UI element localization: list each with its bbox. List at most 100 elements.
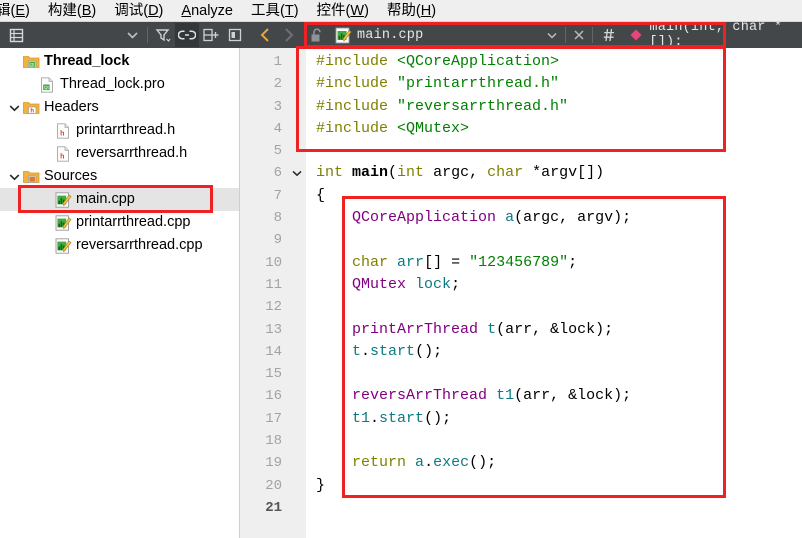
close-split-icon[interactable] xyxy=(223,23,247,47)
line-number: 9 xyxy=(273,232,282,249)
code-token: exec xyxy=(433,454,470,472)
tree-item-thread-lock-pro[interactable]: Qt Thread_lock.pro xyxy=(0,73,239,96)
code-line[interactable]: QCoreApplication a(argc, argv); xyxy=(316,207,802,229)
menu-debug[interactable]: 调试(D) xyxy=(105,0,172,21)
main-area: Qt Thread_lock Qt Thread_lock.pro h Headers h p… xyxy=(0,48,802,538)
fold-empty xyxy=(288,497,306,519)
code-line[interactable]: { xyxy=(316,185,802,207)
link-icon[interactable] xyxy=(175,23,199,47)
code-line[interactable] xyxy=(316,363,802,385)
tree-item-label: main.cpp xyxy=(76,191,135,207)
code-line[interactable]: return a.exec(); xyxy=(316,452,802,474)
tree-item-printarrthread-cpp[interactable]: printarrthread.cpp xyxy=(0,211,239,234)
fold-empty xyxy=(288,452,306,474)
line-number: 16 xyxy=(265,388,282,405)
code-token: t xyxy=(352,342,362,360)
tree-item-label: printarrthread.h xyxy=(76,122,176,138)
tree-item-reversarrthread-cpp[interactable]: reversarrthread.cpp xyxy=(0,234,239,257)
line-number: 2 xyxy=(273,76,282,93)
tree-item-sources[interactable]: Sources xyxy=(0,165,239,188)
line-number: 15 xyxy=(265,366,282,383)
code-token: (arr, &lock); xyxy=(496,320,614,338)
menu-edit[interactable]: 辑(E) xyxy=(0,0,39,21)
fold-empty xyxy=(288,73,306,95)
fold-marker-column[interactable] xyxy=(288,48,306,538)
code-token: . xyxy=(424,454,434,472)
menu-analyze[interactable]: Analyze xyxy=(172,0,242,21)
code-token: a xyxy=(415,454,425,472)
tree-item-label: Thread_lock xyxy=(44,53,130,69)
code-editor[interactable]: 1 2 3 4 5 6 7 8 9 10 11 12 13 14 15 16 17 18 19 20 21 #inclu… xyxy=(240,48,802,538)
code-line[interactable] xyxy=(316,430,802,452)
list-icon[interactable] xyxy=(0,23,32,47)
chevron-down-icon[interactable] xyxy=(6,173,22,181)
code-line[interactable] xyxy=(316,497,802,519)
fold-empty xyxy=(288,185,306,207)
code-line[interactable]: reversArrThread t1(arr, &lock); xyxy=(316,385,802,407)
menu-tools[interactable]: 工具(T) xyxy=(242,0,308,21)
fold-empty xyxy=(288,207,306,229)
tree-item-printarrthread-h[interactable]: h printarrthread.h xyxy=(0,119,239,142)
qt-creator-window: 辑(E)构建(B)调试(D)Analyze工具(T)控件(W)帮助(H) xyxy=(0,0,802,538)
code-line[interactable]: char arr[] = "123456789"; xyxy=(316,252,802,274)
code-token: argc, xyxy=(424,164,488,182)
cpp-file-icon xyxy=(54,237,72,254)
filter-icon[interactable] xyxy=(151,23,175,47)
fold-empty xyxy=(288,430,306,452)
hash-icon[interactable] xyxy=(596,23,622,47)
fold-toggle-icon[interactable] xyxy=(288,162,306,184)
menu-widgets[interactable]: 控件(W) xyxy=(308,0,378,21)
code-line[interactable]: printArrThread t(arr, &lock); xyxy=(316,319,802,341)
code-line[interactable]: t1.start(); xyxy=(316,408,802,430)
line-number: 18 xyxy=(265,433,282,450)
unlock-icon[interactable] xyxy=(305,23,329,47)
code-line[interactable] xyxy=(316,296,802,318)
close-icon[interactable] xyxy=(569,23,589,47)
chevron-down-icon[interactable] xyxy=(120,23,144,47)
code-line[interactable]: } xyxy=(316,475,802,497)
tree-item-reversarrthread-h[interactable]: h reversarrthread.h xyxy=(0,142,239,165)
code-token: main xyxy=(352,164,389,182)
code-token: . xyxy=(361,342,371,360)
tree-item-headers[interactable]: h Headers xyxy=(0,96,239,119)
code-line[interactable]: #include "printarrthread.h" xyxy=(316,73,802,95)
tab-chevron-down-icon[interactable] xyxy=(542,23,562,47)
fold-empty xyxy=(288,319,306,341)
code-token: return xyxy=(352,454,407,472)
code-line[interactable] xyxy=(316,140,802,162)
editor-tab-main-cpp[interactable]: main.cpp xyxy=(333,23,423,47)
back-arrow-icon[interactable] xyxy=(253,23,277,47)
menu-help[interactable]: 帮助(H) xyxy=(378,0,445,21)
code-token: start xyxy=(370,342,416,360)
code-token: a xyxy=(505,209,515,227)
tree-item-thread-lock[interactable]: Qt Thread_lock xyxy=(0,50,239,73)
toolbar-separator xyxy=(147,27,148,43)
code-line[interactable]: QMutex lock; xyxy=(316,274,802,296)
code-token: "123456789" xyxy=(469,253,569,271)
split-horizontal-icon[interactable] xyxy=(199,23,223,47)
code-line[interactable]: #include "reversarrthread.h" xyxy=(316,96,802,118)
qt-pro-file-icon: Qt xyxy=(38,76,56,93)
code-token: #include xyxy=(316,53,398,70)
code-line[interactable] xyxy=(316,229,802,251)
code-line[interactable]: t.start(); xyxy=(316,341,802,363)
function-selector-label[interactable]: main(int, char *[]): xyxy=(646,22,802,48)
code-line[interactable]: #include <QCoreApplication> xyxy=(316,51,802,73)
menu-build[interactable]: 构建(B) xyxy=(39,0,105,21)
editor-toolbar: main.cpp main(int, char *[]): xyxy=(0,22,802,48)
line-number: 1 xyxy=(273,54,282,70)
code-line[interactable]: int main(int argc, char *argv[]) xyxy=(316,162,802,184)
code-token: arr xyxy=(397,253,425,271)
code-line[interactable]: #include <QMutex> xyxy=(316,118,802,140)
toolbar-separator-2 xyxy=(565,27,567,43)
chevron-down-icon[interactable] xyxy=(6,104,22,112)
tree-item-main-cpp[interactable]: main.cpp xyxy=(0,188,239,211)
code-token: char xyxy=(352,253,389,271)
project-tree[interactable]: Qt Thread_lock Qt Thread_lock.pro h Headers h p… xyxy=(0,48,240,538)
code-token: lock xyxy=(415,275,452,293)
code-content[interactable]: #include <QCoreApplication> #include "pri… xyxy=(306,48,802,538)
